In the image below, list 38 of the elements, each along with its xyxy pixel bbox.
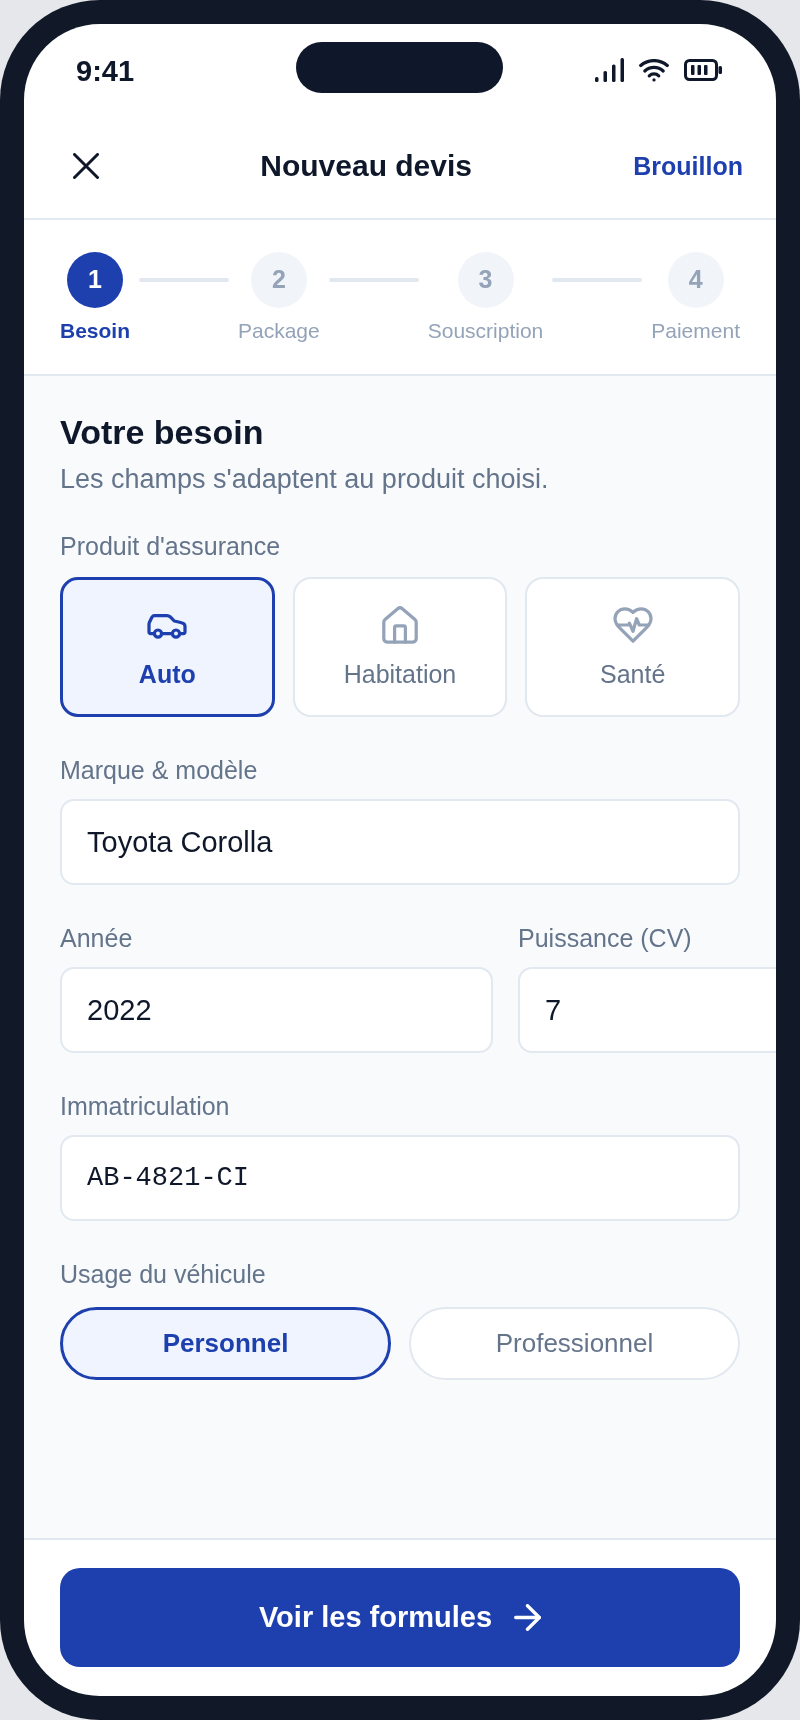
house-icon [382,606,418,644]
product-card[interactable]: Auto [60,577,275,717]
step-number: 1 [67,252,123,308]
screen-title: Nouveau devis [259,148,473,184]
field-label: Produit d'assurance [60,531,282,561]
field-label: Usage du véhicule [60,1259,267,1289]
text-field[interactable]: AB-4821-CI [60,1135,740,1221]
heart-pulse-icon [612,607,653,643]
option-button[interactable]: Professionnel [409,1307,740,1380]
step-number: 4 [667,252,724,308]
field-label: Puissance (CV) [518,923,693,953]
step-number: 2 [250,252,307,308]
step-label: Paiement [651,318,740,344]
section-title: Votre besoin [60,412,265,452]
section-subtitle: Les champs s'adaptent au produit choisi. [60,463,550,496]
option-button[interactable]: Personnel [60,1307,391,1380]
text-field[interactable]: Toyota Corolla [60,799,740,885]
text-field[interactable]: 2022 [60,967,493,1053]
draft-button[interactable]: Brouillon [633,151,743,181]
product-card[interactable]: Santé [525,577,740,717]
step-label: Souscription [427,318,544,344]
step-number: 3 [457,252,514,308]
close-button[interactable] [73,153,99,179]
close-icon [73,153,99,179]
signal-icon [595,58,624,82]
car-icon [147,611,188,639]
continue-button[interactable]: Voir les formules [60,1568,740,1667]
product-card[interactable]: Habitation [292,577,508,717]
battery-icon [684,59,722,81]
text-field[interactable]: 7 [518,967,776,1053]
wifi-icon [639,58,669,82]
arrow-right-icon [514,1604,542,1631]
step-label: Besoin [60,318,130,344]
field-label: Marque & modèle [60,755,259,785]
status-time: 9:41 [76,54,135,88]
step-label: Package [238,318,320,344]
field-label: Année [60,923,134,953]
field-label: Immatriculation [60,1091,231,1121]
